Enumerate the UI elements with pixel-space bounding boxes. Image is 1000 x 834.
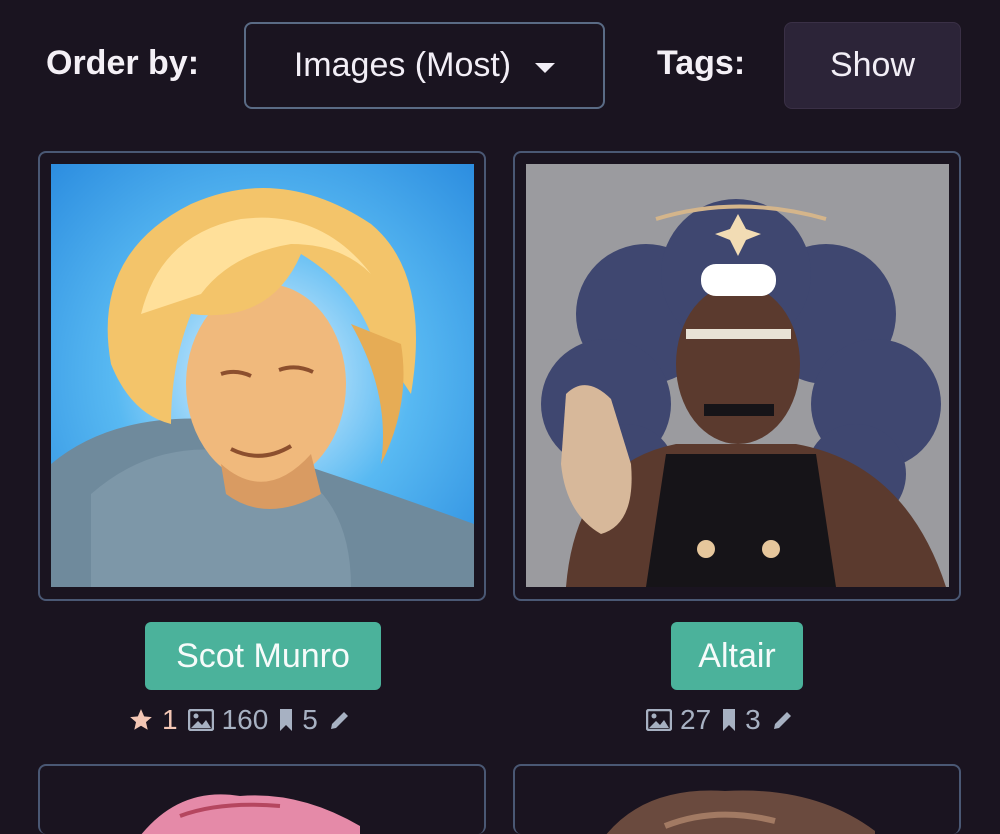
character-card[interactable] bbox=[513, 151, 961, 601]
bookmarks-stat: 3 bbox=[721, 704, 761, 736]
edit-stat[interactable] bbox=[328, 708, 352, 732]
image-icon bbox=[646, 709, 672, 731]
caret-down-icon bbox=[535, 62, 556, 73]
order-by-label: Order by: bbox=[46, 44, 200, 82]
tags-show-button[interactable]: Show bbox=[784, 22, 961, 109]
character-portrait bbox=[141, 794, 360, 834]
bookmarks-count: 3 bbox=[745, 704, 761, 735]
star-icon bbox=[130, 709, 152, 730]
character-name-tag[interactable]: Altair bbox=[671, 622, 803, 690]
pencil-icon[interactable] bbox=[328, 708, 352, 732]
character-card[interactable] bbox=[38, 151, 486, 601]
bookmark-icon bbox=[723, 709, 736, 731]
character-image[interactable] bbox=[526, 164, 949, 587]
images-count: 160 bbox=[221, 704, 269, 735]
character-image[interactable] bbox=[51, 164, 474, 587]
toolbar: Order by: Images (Most) Tags: Show bbox=[0, 0, 1000, 130]
images-count: 27 bbox=[680, 704, 712, 735]
images-stat: 27 bbox=[646, 704, 711, 736]
images-stat: 160 bbox=[187, 704, 269, 736]
bookmarks-count: 5 bbox=[302, 704, 318, 735]
character-stats: 27 3 bbox=[646, 704, 795, 736]
character-card[interactable] bbox=[38, 764, 486, 834]
favorites-count: 1 bbox=[162, 704, 178, 735]
image-icon bbox=[187, 709, 214, 731]
character-portrait bbox=[606, 790, 875, 834]
tags-label: Tags: bbox=[657, 44, 746, 82]
order-by-select[interactable]: Images (Most) bbox=[244, 22, 605, 109]
bookmark-icon bbox=[280, 709, 293, 731]
character-portrait bbox=[526, 164, 949, 587]
bookmarks-stat: 5 bbox=[278, 704, 318, 736]
character-portrait bbox=[51, 164, 474, 587]
edit-stat[interactable] bbox=[771, 708, 795, 732]
favorites-stat: 1 bbox=[128, 704, 178, 736]
character-stats: 1 160 5 bbox=[128, 704, 352, 736]
pencil-icon[interactable] bbox=[771, 708, 795, 732]
character-name-tag[interactable]: Scot Munro bbox=[145, 622, 381, 690]
order-by-value: Images (Most) bbox=[293, 46, 512, 84]
character-card[interactable] bbox=[513, 764, 961, 834]
